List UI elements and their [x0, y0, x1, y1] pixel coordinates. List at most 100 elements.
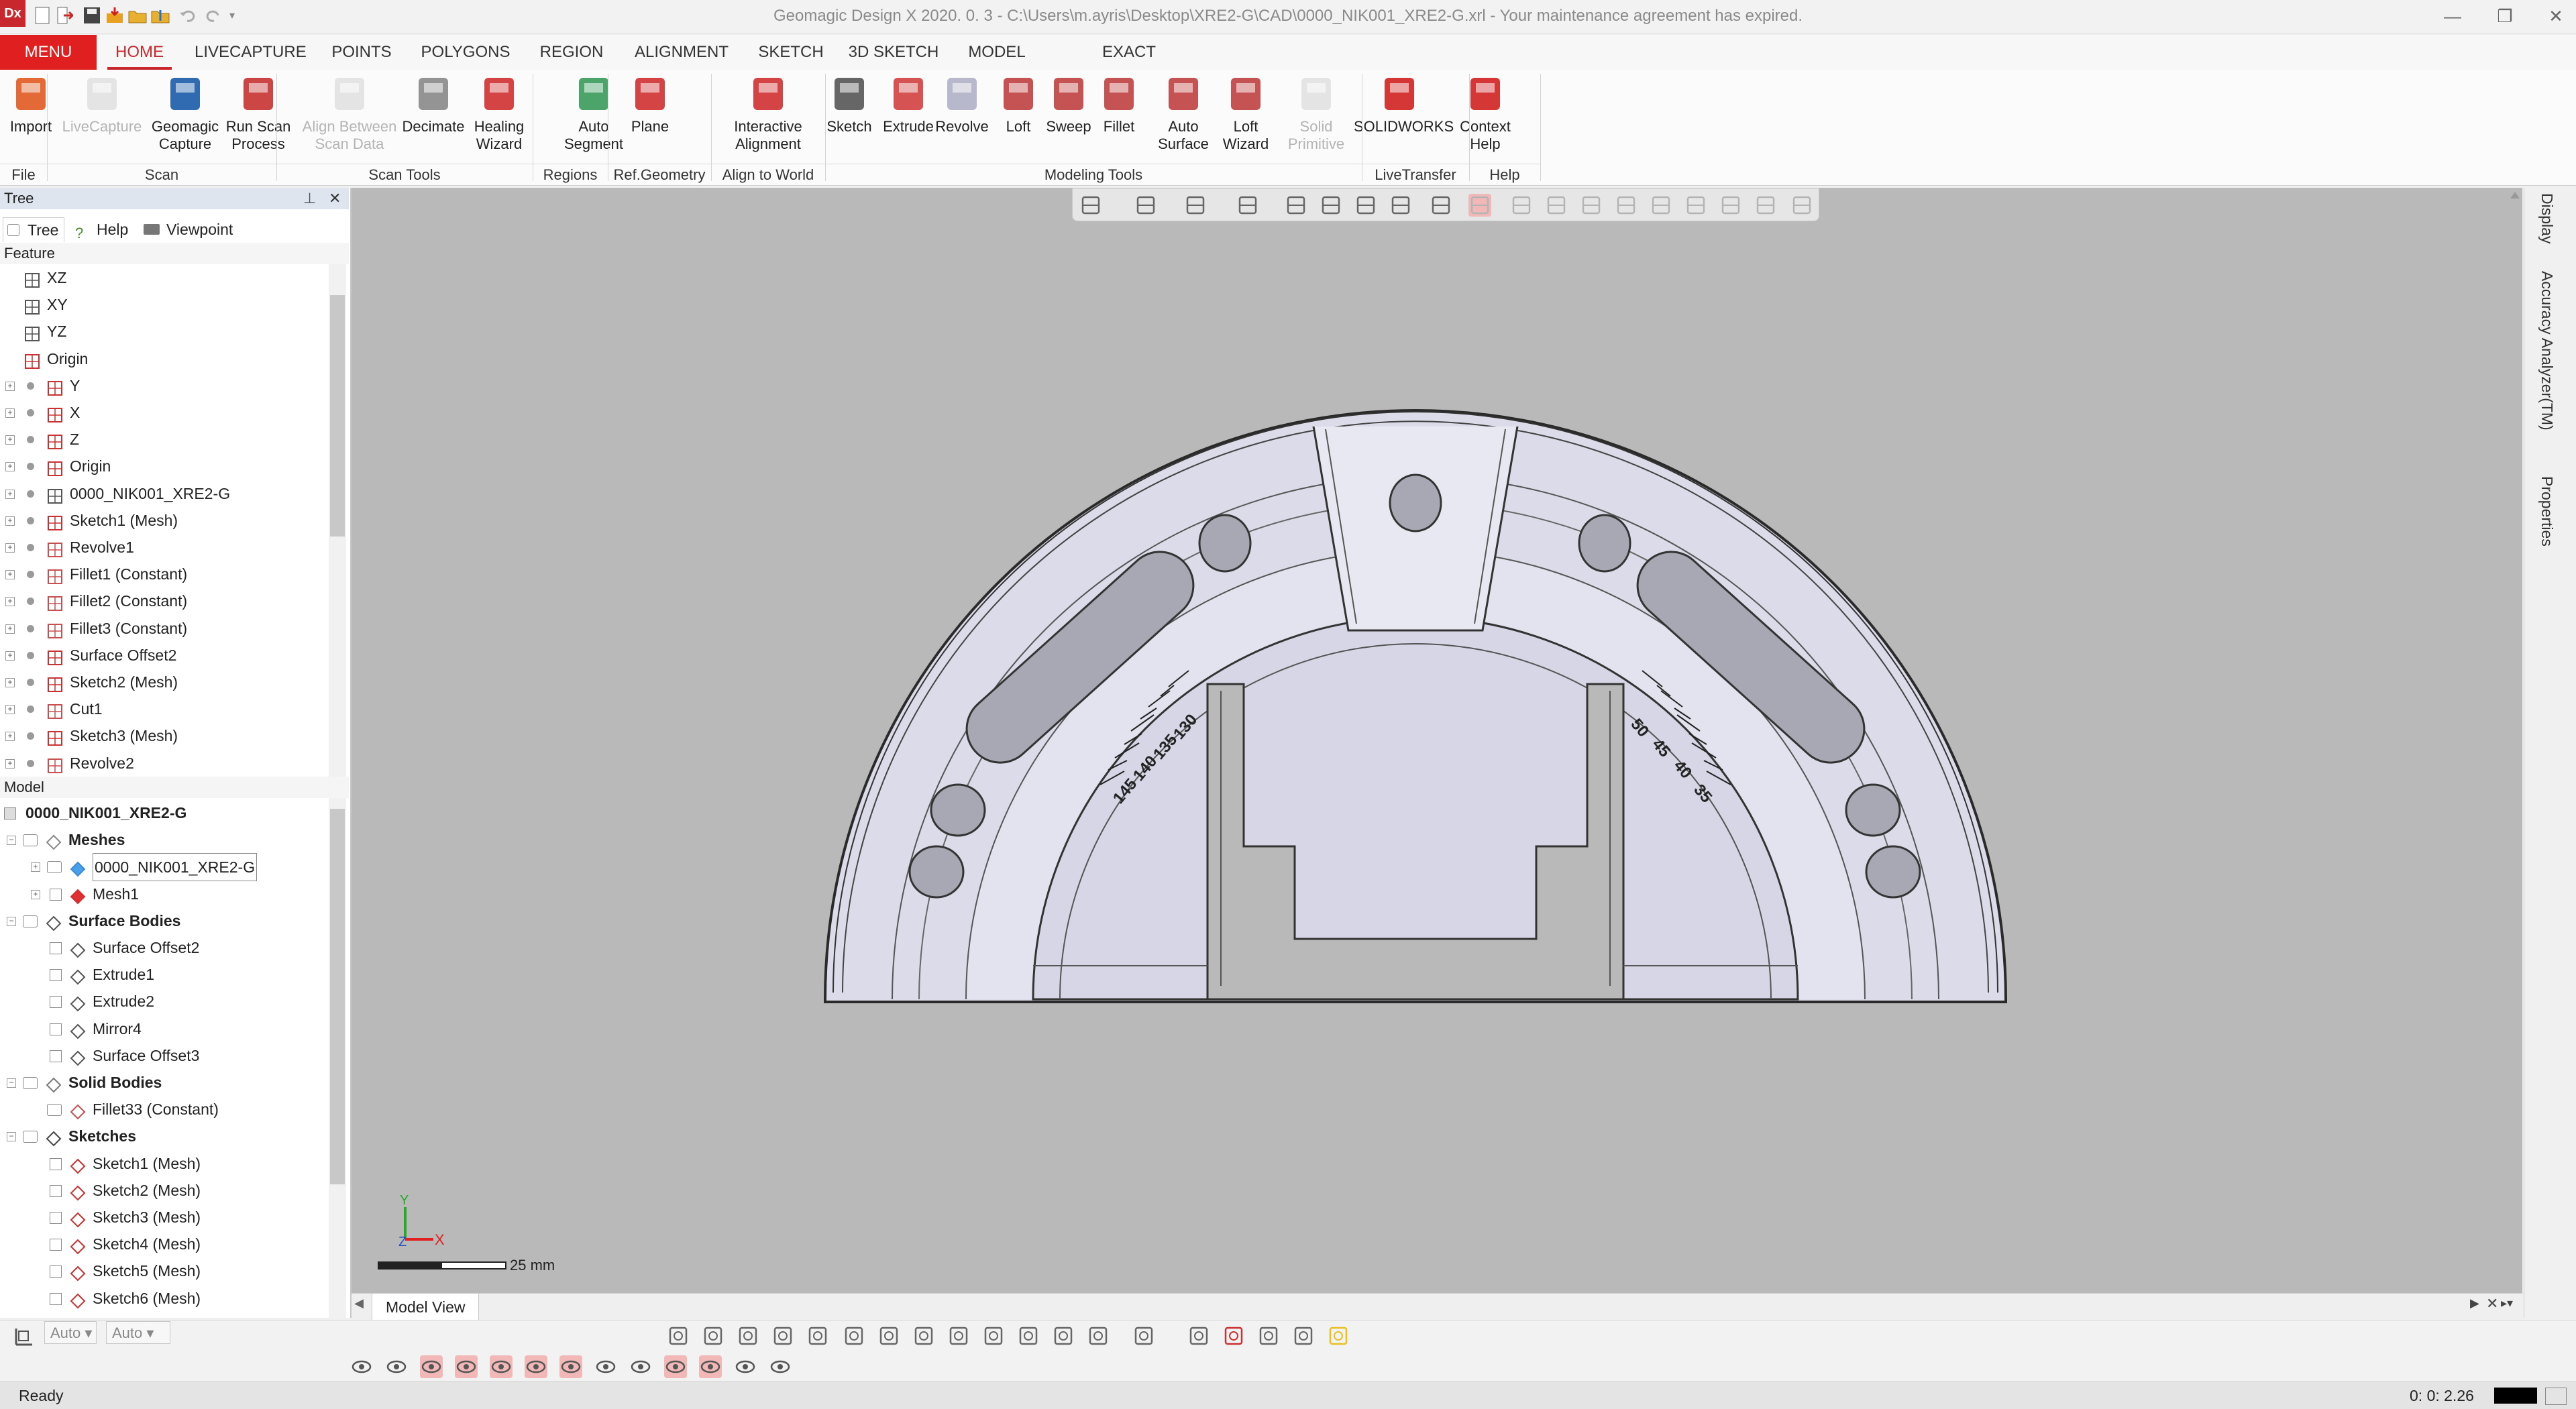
- model-tree-item[interactable]: Surface Offset2: [0, 934, 329, 961]
- extend-icon[interactable]: [1719, 194, 1742, 217]
- expand-icon[interactable]: −: [7, 916, 16, 926]
- visibility-checkbox[interactable]: [50, 1212, 62, 1224]
- visibility-checkbox[interactable]: [50, 1050, 62, 1062]
- bottom-tool-1-icon[interactable]: [667, 1325, 690, 1347]
- bottom-tool-11-icon[interactable]: [1017, 1325, 1040, 1347]
- model-tree-item[interactable]: − Solid Bodies: [0, 1069, 329, 1096]
- auto-surface-button[interactable]: Auto Surface: [1151, 74, 1216, 162]
- run-scan-process-button[interactable]: Run Scan Process: [221, 74, 295, 162]
- feature-tree-item[interactable]: XY: [0, 291, 329, 318]
- tab-region[interactable]: REGION: [533, 35, 610, 70]
- visibility-checkbox[interactable]: [50, 1265, 62, 1278]
- feature-tree-item[interactable]: Origin: [0, 345, 329, 372]
- view-options-icon[interactable]: ▸▾: [2501, 1296, 2513, 1310]
- expand-icon[interactable]: +: [31, 889, 40, 899]
- solidworks-button[interactable]: SOLIDWORKS: [1354, 74, 1454, 162]
- feature-tree-item[interactable]: + Origin: [0, 453, 329, 480]
- visibility-dot-icon[interactable]: [27, 463, 34, 471]
- model-tree-item[interactable]: Surface Offset3: [0, 1042, 329, 1069]
- visibility-toggle-7-icon[interactable]: [559, 1355, 582, 1378]
- bottom-tool-6-icon[interactable]: [843, 1325, 865, 1347]
- bottom-tool-10-icon[interactable]: [982, 1325, 1005, 1347]
- expand-icon[interactable]: +: [5, 678, 15, 687]
- visibility-eye-icon[interactable]: [47, 1104, 62, 1117]
- visibility-toggle-5-icon[interactable]: [490, 1355, 513, 1378]
- model-tree-item[interactable]: 0000_NIK001_XRE2-G: [0, 799, 329, 826]
- visibility-dot-icon[interactable]: [27, 598, 34, 606]
- bottom-tool-2-icon[interactable]: [702, 1325, 724, 1347]
- feature-tree-item[interactable]: + Revolve2: [0, 750, 329, 777]
- select-brush-icon[interactable]: [1650, 194, 1672, 217]
- visibility-dot-icon[interactable]: [27, 732, 34, 740]
- viewport-expand-icon[interactable]: [2510, 192, 2520, 199]
- visibility-dot-icon[interactable]: [27, 516, 34, 524]
- zoom-in-icon[interactable]: [1510, 194, 1533, 217]
- feature-tree-item[interactable]: YZ: [0, 318, 329, 345]
- expand-icon[interactable]: −: [7, 836, 16, 846]
- tab-model-view[interactable]: Model View: [372, 1294, 480, 1321]
- tab-help[interactable]: ? Help: [75, 217, 142, 241]
- revolve-button[interactable]: Revolve: [932, 74, 991, 162]
- visibility-toggle-3-icon[interactable]: [420, 1355, 443, 1378]
- tab-home[interactable]: HOME: [107, 35, 172, 70]
- feature-tree-item[interactable]: +0000_NIK001_XRE2-G: [0, 480, 329, 507]
- hide-icon[interactable]: [1790, 194, 1813, 217]
- feature-tree-item[interactable]: + Sketch1 (Mesh): [0, 507, 329, 534]
- expand-icon[interactable]: +: [5, 597, 15, 607]
- visibility-dot-icon[interactable]: [27, 679, 34, 686]
- visibility-dot-icon[interactable]: [27, 651, 34, 659]
- bottom-tool-5-icon[interactable]: [806, 1325, 829, 1347]
- lasso-icon[interactable]: [1580, 194, 1603, 217]
- tab-viewpoint[interactable]: Viewpoint: [142, 217, 250, 241]
- tab-scroll-right-icon[interactable]: ▶: [2470, 1296, 2479, 1310]
- visibility-toggle-9-icon[interactable]: [629, 1355, 652, 1378]
- model-tree-item[interactable]: Fillet33 (Constant): [0, 1096, 329, 1123]
- loft-button[interactable]: Loft: [997, 74, 1040, 162]
- front-view-icon[interactable]: [1285, 194, 1307, 217]
- model-checkbox[interactable]: [4, 807, 16, 820]
- tab-polygons[interactable]: POLYGONS: [417, 35, 514, 70]
- visibility-dot-icon[interactable]: [27, 759, 34, 767]
- expand-icon[interactable]: +: [5, 758, 15, 769]
- panel-close-icon[interactable]: ✕: [329, 188, 341, 209]
- model-tree-item[interactable]: + Mesh1: [0, 881, 329, 907]
- sweep-button[interactable]: Sweep: [1044, 74, 1093, 162]
- line-icon[interactable]: [1430, 194, 1452, 217]
- select-paint-icon[interactable]: [1615, 194, 1638, 217]
- visibility-checkbox[interactable]: [50, 1158, 62, 1170]
- bottom-tool-19-icon[interactable]: [1327, 1325, 1350, 1347]
- zoom-out-icon[interactable]: [1545, 194, 1568, 217]
- select-box-icon[interactable]: [1468, 194, 1491, 217]
- iso-view-icon[interactable]: [1389, 194, 1412, 217]
- display-tab[interactable]: Display: [2538, 193, 2556, 243]
- model-tree-item[interactable]: − Sketches: [0, 1123, 329, 1149]
- feature-tree-item[interactable]: + Surface Offset2: [0, 642, 329, 669]
- bottom-tool-4-icon[interactable]: [771, 1325, 794, 1347]
- tab-tree[interactable]: Tree: [3, 217, 64, 242]
- visibility-checkbox[interactable]: [50, 1292, 62, 1305]
- visibility-dot-icon[interactable]: [27, 436, 34, 444]
- display-style-icon[interactable]: [1134, 194, 1157, 217]
- visibility-toggle-1-icon[interactable]: [350, 1355, 373, 1378]
- expand-icon[interactable]: +: [5, 651, 15, 661]
- feature-tree-item[interactable]: + Fillet3 (Constant): [0, 615, 329, 642]
- model-scroll-thumb[interactable]: [330, 809, 345, 1184]
- bottom-tool-12-icon[interactable]: [1052, 1325, 1075, 1347]
- fillet-button[interactable]: Fillet: [1095, 74, 1143, 162]
- visibility-eye-icon[interactable]: [23, 1077, 38, 1089]
- model-tree-item[interactable]: Sketch5 (Mesh): [0, 1257, 329, 1284]
- visibility-checkbox[interactable]: [50, 1023, 62, 1035]
- expand-icon[interactable]: +: [31, 862, 40, 872]
- restore-icon[interactable]: ❐: [2485, 3, 2525, 30]
- filter-mode-combo[interactable]: Auto ▾: [106, 1321, 170, 1344]
- bottom-tool-8-icon[interactable]: [912, 1325, 935, 1347]
- visibility-dot-icon[interactable]: [27, 706, 34, 714]
- livecapture-button[interactable]: LiveCapture: [62, 74, 142, 162]
- visibility-checkbox[interactable]: [50, 969, 62, 982]
- expand-icon[interactable]: +: [5, 732, 15, 742]
- expand-icon[interactable]: −: [7, 1078, 16, 1088]
- bottom-tool-16-icon[interactable]: [1222, 1325, 1245, 1347]
- feature-tree-item[interactable]: + Sketch3 (Mesh): [0, 722, 329, 749]
- visibility-toggle-10-icon[interactable]: [664, 1355, 687, 1378]
- bottom-tool-9-icon[interactable]: [947, 1325, 970, 1347]
